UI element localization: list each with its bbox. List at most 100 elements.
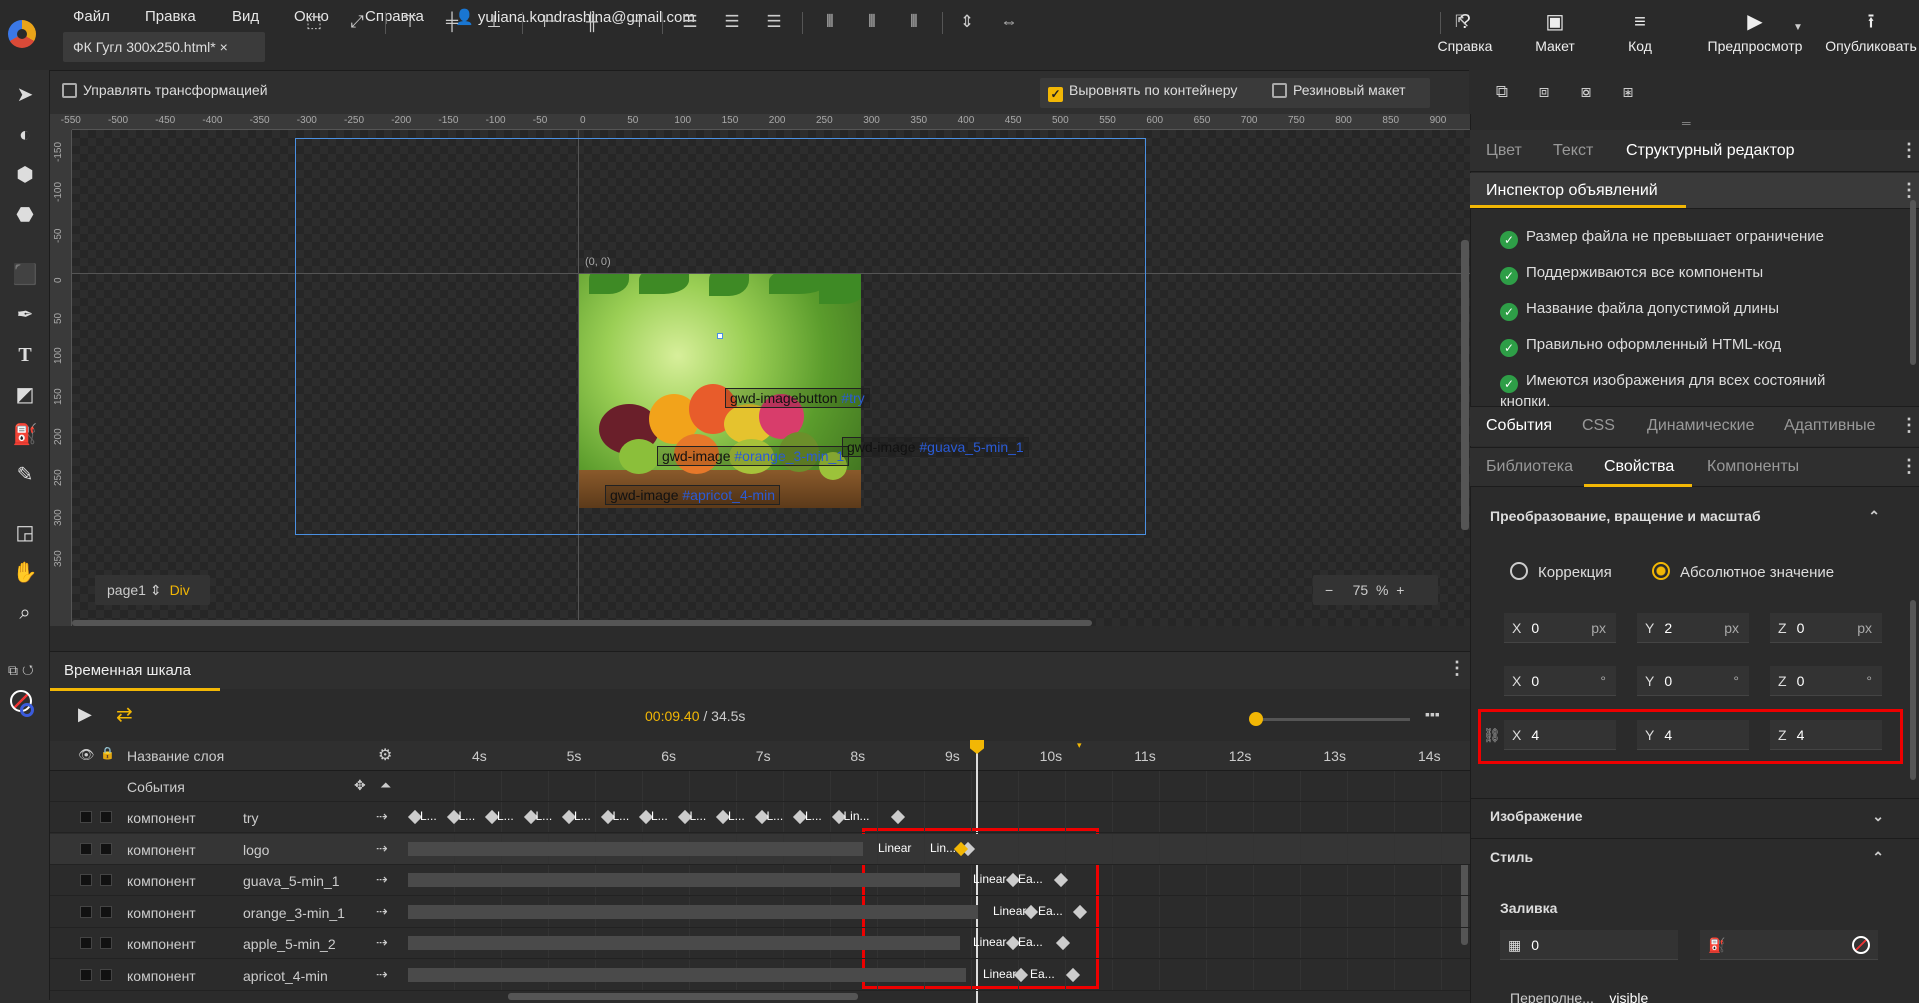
hand-icon[interactable]: ✋ — [12, 560, 38, 586]
play-icon[interactable]: ▶ — [78, 704, 92, 725]
layer-track[interactable]: Linear Ea... — [408, 865, 1470, 896]
frame-duplicate-icon[interactable]: ⧇ — [1574, 80, 1598, 104]
paint-bucket-icon[interactable]: ⛽ — [12, 422, 38, 448]
shape-icon[interactable]: ◩ — [12, 382, 38, 408]
align-top-icon[interactable]: ⊤ — [398, 10, 422, 34]
keyframe-diamond[interactable] — [1065, 967, 1081, 982]
lock-toggle[interactable] — [100, 811, 112, 823]
tab-text[interactable]: Текст — [1553, 142, 1593, 160]
animation-icon[interactable]: ⇢ — [376, 840, 388, 857]
add-event-icon[interactable]: ✥ — [354, 777, 366, 794]
distribute-left-icon[interactable]: ⫴ — [818, 10, 842, 34]
lock-toggle[interactable] — [100, 842, 112, 855]
animation-bar[interactable] — [408, 873, 960, 887]
position-x-field[interactable]: X 0 px — [1504, 613, 1616, 643]
rotation-z-field[interactable]: Z 0 ° — [1770, 666, 1882, 696]
timeline-menu-icon[interactable]: ⋮ — [1448, 658, 1466, 679]
animation-bar[interactable] — [408, 967, 966, 982]
bounding-box-icon[interactable]: ⬚ — [302, 10, 326, 34]
style-section-header[interactable]: Стиль ⌃ — [1490, 849, 1884, 865]
stage-label-orange[interactable]: gwd-image #orange_3-min_1 — [657, 446, 850, 466]
tab-library[interactable]: Библиотека — [1486, 458, 1573, 476]
file-tab[interactable]: ФК Гугл 300x250.html* × — [63, 32, 265, 62]
keyframe-diamond[interactable] — [1072, 904, 1088, 919]
lock-toggle[interactable] — [100, 874, 112, 886]
distribute-right-icon[interactable]: ⫴ — [902, 10, 926, 34]
animation-bar[interactable] — [408, 841, 863, 856]
menu-view[interactable]: Вид — [232, 8, 259, 25]
layer-track[interactable]: L... L... L... L... L... L... L... L... L... L...… — [407, 802, 1470, 833]
layer-row[interactable]: компонент apricot_4-min ⇢ — [50, 960, 408, 991]
zoom-value[interactable]: 75 — [1353, 582, 1369, 598]
lock-toggle[interactable] — [100, 905, 112, 918]
inspector-scrollbar[interactable] — [1910, 200, 1916, 365]
3d-object-icon[interactable]: ⬢ — [12, 162, 38, 188]
animation-bar[interactable] — [408, 904, 978, 919]
loop-icon[interactable]: ⇄ — [116, 702, 133, 727]
fill-value-field[interactable]: ▦ 0 — [1500, 930, 1678, 960]
layer-track[interactable]: Linear Ea... — [408, 959, 1470, 991]
animation-icon[interactable]: ⇢ — [376, 871, 388, 888]
preview-button[interactable]: ▶ Предпросмотр — [1700, 10, 1810, 66]
zoom-out-button[interactable]: − — [1325, 582, 1333, 598]
eyedropper-icon[interactable]: ✎ — [12, 462, 38, 488]
3d-translate-icon[interactable]: ⬣ — [12, 202, 38, 228]
space-vertical-icon[interactable]: ⇕ — [955, 10, 979, 34]
align-right-icon[interactable]: ⊣ — [622, 10, 646, 34]
resize-icon[interactable]: ⤢ — [345, 10, 369, 34]
rotation-x-field[interactable]: X 0 ° — [1504, 666, 1616, 696]
gear-icon[interactable]: ⚙ — [378, 745, 392, 765]
tab-components[interactable]: Компоненты — [1707, 458, 1799, 476]
layer-row[interactable]: компонент guava_5-min_1 ⇢ — [50, 865, 408, 896]
transform-section-header[interactable]: Преобразование, вращение и масштаб ⌃ — [1490, 508, 1880, 524]
text-tool-icon[interactable]: T — [12, 342, 38, 368]
space-horizontal-icon[interactable]: ⇔ — [997, 10, 1021, 34]
position-y-field[interactable]: Y 2 px — [1637, 613, 1749, 643]
align-container-checkbox[interactable]: ✓ Выровнять по контейнеру — [1048, 82, 1237, 102]
timeline-zoom-slider[interactable] — [1250, 718, 1410, 721]
animation-icon[interactable]: ⇢ — [376, 903, 388, 920]
layer-row[interactable]: компонент apple_5-min_2 ⇢ — [50, 928, 408, 959]
distribute-bottom-icon[interactable]: ☰ — [762, 10, 786, 34]
frame-icon[interactable]: ⧉ — [1490, 80, 1514, 104]
page-selector[interactable]: page1 ⇕ Div — [95, 575, 210, 605]
panel-menu-icon[interactable]: ⋮ — [1900, 140, 1918, 161]
stage-label-apricot[interactable]: gwd-image #apricot_4-min — [605, 485, 780, 505]
code-view-button[interactable]: ≡ Код — [1610, 10, 1670, 66]
stroke-color-icon[interactable] — [20, 703, 34, 717]
layer-row[interactable]: компонент logo ⇢ — [50, 833, 408, 865]
lock-icon[interactable]: 🔒 — [100, 746, 115, 760]
publish-button[interactable]: ⭱ Опубликовать — [1823, 10, 1919, 66]
zoom-icon[interactable]: ⌕ — [12, 600, 38, 626]
animation-icon[interactable]: ⇢ — [376, 808, 388, 825]
select-arrow-icon[interactable]: ➤ — [12, 82, 38, 108]
image-section-header[interactable]: Изображение ⌄ — [1490, 808, 1884, 824]
rotation-y-field[interactable]: Y 0 ° — [1637, 666, 1749, 696]
close-tab-icon[interactable]: × — [220, 39, 228, 55]
frame-stack-icon[interactable]: ⧆ — [1616, 80, 1640, 104]
keyframe-diamond[interactable] — [1055, 935, 1071, 951]
timeline-hscrollbar[interactable] — [508, 993, 858, 1000]
stage-vscrollbar[interactable] — [1461, 240, 1469, 530]
rubber-layout-checkbox[interactable]: Резиновый макет — [1272, 82, 1406, 98]
chevron-down-icon[interactable]: ▼ — [1793, 22, 1803, 33]
align-hcenter-icon[interactable]: ╫ — [580, 10, 604, 34]
tab-responsive[interactable]: Адаптивные — [1784, 417, 1876, 435]
position-z-field[interactable]: Z 0 px — [1770, 613, 1882, 643]
stage-label-try[interactable]: gwd-imagebutton #try — [725, 388, 870, 408]
distribute-vcenter-icon[interactable]: ☰ — [720, 10, 744, 34]
lock-toggle[interactable] — [100, 937, 112, 949]
visibility-toggle[interactable] — [80, 905, 92, 918]
keyframe-diamond[interactable] — [1053, 872, 1069, 888]
layout-view-button[interactable]: ▣ Макет — [1525, 10, 1585, 66]
keyframe-diamond[interactable] — [890, 809, 906, 825]
radio-absolute[interactable]: Абсолютное значение — [1652, 562, 1834, 581]
lock-toggle[interactable] — [100, 968, 112, 981]
frame-next-icon[interactable]: ⧈ — [1532, 80, 1556, 104]
inspector-menu-icon[interactable]: ⋮ — [1900, 180, 1918, 201]
tab-color[interactable]: Цвет — [1486, 142, 1522, 160]
event-marker-icon[interactable]: ⏶ — [380, 777, 391, 794]
overflow-row[interactable]: Переполне... visible — [1510, 990, 1648, 1003]
3d-rotate-icon[interactable]: ◐ — [12, 122, 38, 148]
slider-knob[interactable] — [1249, 712, 1263, 726]
